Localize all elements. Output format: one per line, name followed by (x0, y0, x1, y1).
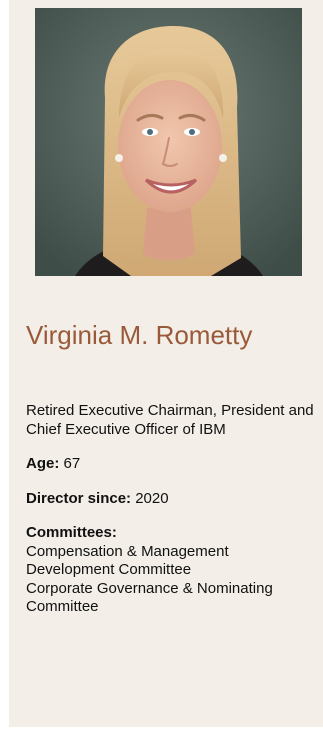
director-profile-card: Virginia M. Rometty Retired Executive Ch… (9, 0, 323, 727)
age-value: 67 (63, 455, 81, 472)
director-details: Retired Executive Chairman, President an… (26, 402, 316, 617)
committees-label: Committees: (26, 524, 117, 541)
director-portrait-photo (35, 8, 302, 276)
director-title: Retired Executive Chairman, President an… (26, 402, 314, 438)
committee-item: Compensation & Management Development Co… (26, 542, 229, 579)
age-label: Age: (26, 455, 60, 472)
director-since-value: 2020 (135, 489, 169, 507)
committee-item: Corporate Governance & Nominating Commit… (26, 579, 273, 616)
age-row: Age: 67 (26, 455, 316, 474)
director-name: Virginia M. Rometty (26, 320, 253, 350)
committees-section: Committees: Compensation & Management De… (26, 524, 316, 617)
director-since-label: Director since: (26, 489, 132, 507)
director-since-row: Director since: 2020 (26, 490, 316, 509)
